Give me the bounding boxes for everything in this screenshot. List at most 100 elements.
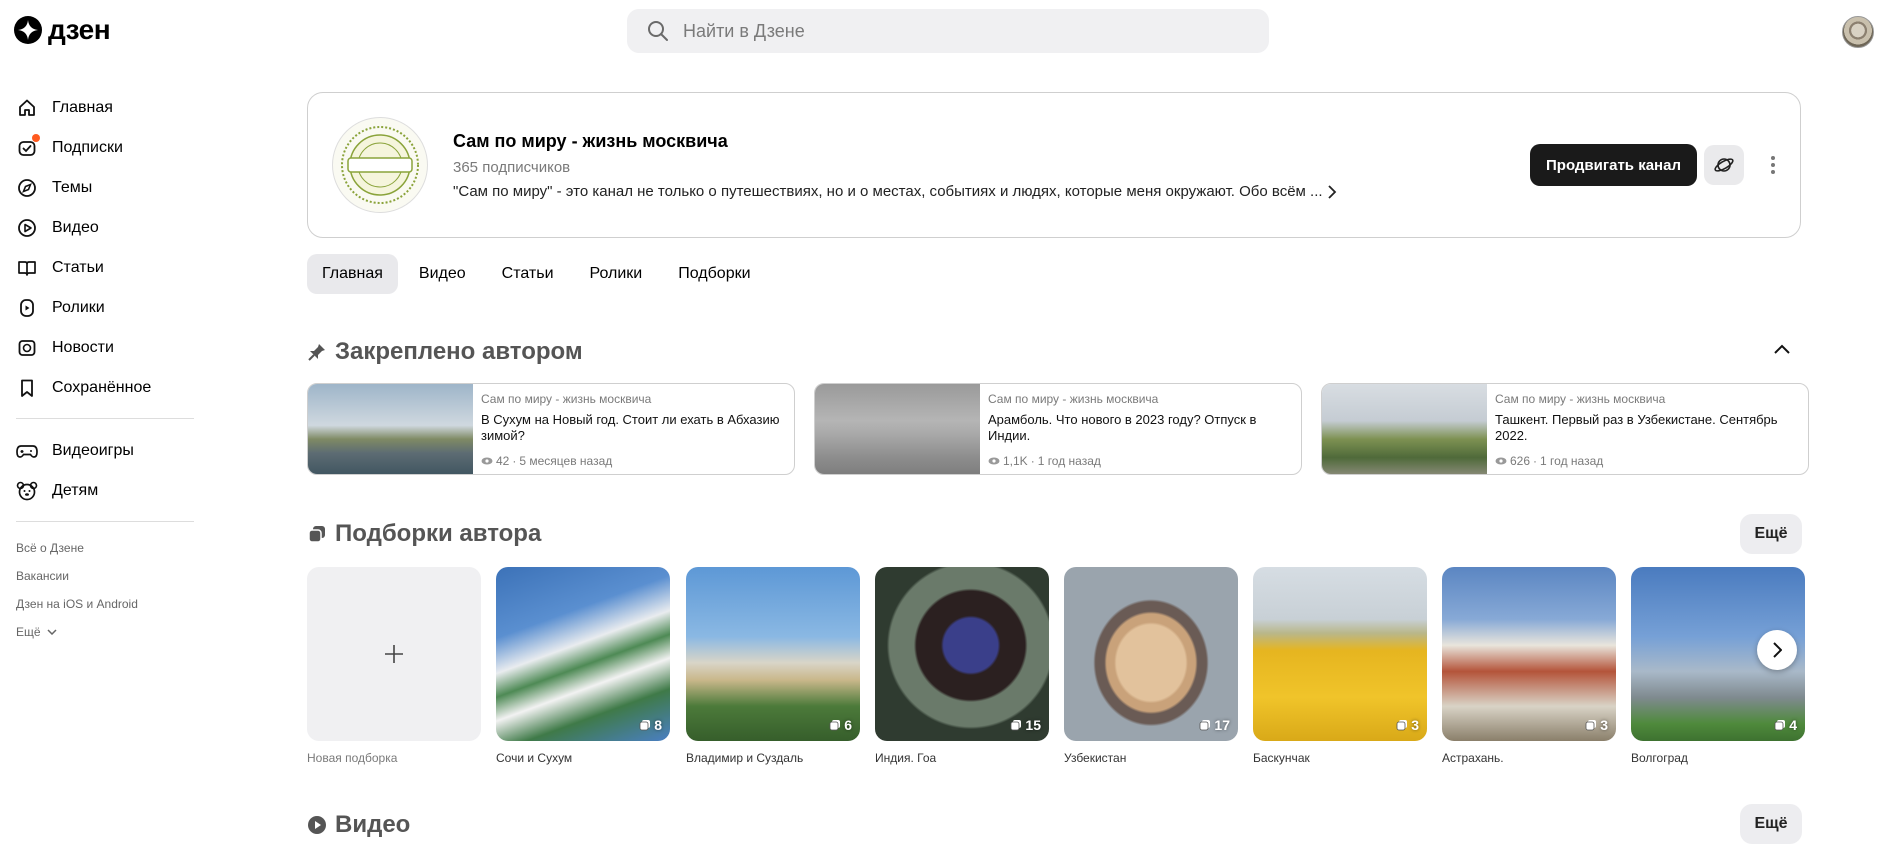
video-icon <box>308 816 326 834</box>
collection-count: 17 <box>1199 717 1230 733</box>
footer-link-label: Ещё <box>16 625 41 639</box>
collection-icon <box>1011 720 1022 731</box>
collection-tile[interactable]: 15 Индия. Гоа <box>875 567 1049 765</box>
notification-badge <box>32 134 40 142</box>
collection-tile[interactable]: 3 Баскунчак <box>1253 567 1427 765</box>
collection-count: 6 <box>829 717 852 733</box>
search-icon <box>648 21 668 41</box>
new-collection-tile[interactable]: Новая подборка <box>307 567 481 765</box>
sidebar-item-subscriptions[interactable]: Подписки <box>16 128 194 168</box>
footer-link-more[interactable]: Ещё <box>16 618 194 646</box>
sidebar-item-home[interactable]: Главная <box>16 88 194 128</box>
collection-label: Владимир и Суздаль <box>686 751 804 765</box>
promote-channel-button[interactable]: Продвигать канал <box>1530 144 1697 186</box>
count-value: 3 <box>1411 717 1419 733</box>
planet-button[interactable] <box>1704 145 1744 185</box>
sidebar-item-label: Статьи <box>52 259 104 276</box>
collection-tile[interactable]: 3 Астрахань. <box>1442 567 1616 765</box>
article-title: Арамболь. Что нового в 2023 году? Отпуск… <box>988 412 1257 443</box>
collection-label: Волгоград <box>1631 751 1688 765</box>
collection-label: Индия. Гоа <box>875 751 937 765</box>
footer-link-about[interactable]: Всё о Дзене <box>16 534 194 562</box>
publish-age: 5 месяцев назад <box>519 454 613 468</box>
sidebar-item-videogames[interactable]: Видеоигры <box>16 431 194 471</box>
dzen-logo[interactable]: дзен <box>14 14 111 46</box>
tab-video[interactable]: Видео <box>404 254 481 294</box>
more-vertical-icon <box>1771 156 1775 174</box>
article-meta: 42 · 5 месяцев назад <box>481 454 612 468</box>
collections-section-heading: Подборки автора <box>307 520 541 548</box>
sidebar-divider <box>16 418 194 419</box>
subscriber-count: 365 подписчиков <box>453 159 571 176</box>
tab-collections[interactable]: Подборки <box>663 254 765 294</box>
chevron-right-icon <box>1327 184 1336 199</box>
collection-icon <box>1774 720 1786 731</box>
collection-tile[interactable]: 8 Сочи и Сухум <box>496 567 670 765</box>
sidebar-item-label: Сохранённое <box>52 379 152 396</box>
collection-label: Узбекистан <box>1064 751 1127 765</box>
search-input[interactable] <box>683 20 1243 42</box>
book-icon <box>16 257 38 279</box>
plus-icon <box>385 645 403 663</box>
collection-count: 8 <box>639 717 662 733</box>
chevron-down-icon <box>47 629 57 635</box>
compass-icon <box>16 177 38 199</box>
footer-link-label: Вакансии <box>16 569 69 583</box>
channel-title: Сам по миру - жизнь москвича <box>453 131 728 151</box>
article-thumbnail <box>308 384 473 474</box>
channel-avatar[interactable] <box>332 117 428 213</box>
sidebar: Главная Подписки Темы Видео Статьи Ролик… <box>16 88 194 646</box>
planet-icon <box>1714 158 1734 172</box>
footer-link-jobs[interactable]: Вакансии <box>16 562 194 590</box>
video-more-button[interactable]: Ещё <box>1740 804 1802 844</box>
count-value: 17 <box>1214 717 1230 733</box>
pinned-card[interactable]: Сам по миру - жизнь москвича Ташкент. Пе… <box>1321 383 1809 475</box>
sidebar-item-shorts[interactable]: Ролики <box>16 288 194 328</box>
collapse-button[interactable] <box>1770 337 1794 361</box>
article-thumbnail <box>815 384 980 474</box>
source-name: Сам по миру - жизнь москвича <box>988 392 1159 406</box>
collection-label: Новая подборка <box>307 751 398 765</box>
article-title: В Сухум на Новый год. Стоит ли ехать в А… <box>481 412 780 443</box>
article-meta: 626 · 1 год назад <box>1495 454 1603 468</box>
carousel-next-button[interactable] <box>1757 630 1797 670</box>
sidebar-item-video[interactable]: Видео <box>16 208 194 248</box>
collection-label: Сочи и Сухум <box>496 751 573 765</box>
sidebar-item-articles[interactable]: Статьи <box>16 248 194 288</box>
home-icon <box>16 97 38 119</box>
tab-main[interactable]: Главная <box>307 254 398 294</box>
logo-text: дзен <box>48 14 111 45</box>
bear-icon <box>16 480 38 502</box>
collection-cover: 3 <box>1442 567 1616 741</box>
sidebar-item-news[interactable]: Новости <box>16 328 194 368</box>
sidebar-item-topics[interactable]: Темы <box>16 168 194 208</box>
count-value: 15 <box>1025 717 1041 733</box>
section-title: Видео <box>335 811 411 838</box>
sidebar-divider <box>16 521 194 522</box>
collections-more-button[interactable]: Ещё <box>1740 514 1802 554</box>
eye-icon <box>481 457 493 465</box>
pinned-card[interactable]: Сам по миру - жизнь москвича В Сухум на … <box>307 383 795 475</box>
collection-icon <box>829 720 841 731</box>
channel-description[interactable]: "Сам по миру" - это канал не только о пу… <box>453 183 1337 200</box>
pinned-section-heading: Закреплено автором <box>307 338 583 366</box>
new-collection-button[interactable] <box>307 567 481 741</box>
tab-shorts[interactable]: Ролики <box>575 254 658 294</box>
more-options-button[interactable] <box>1758 145 1788 185</box>
count-value: 6 <box>844 717 852 733</box>
tab-articles[interactable]: Статьи <box>487 254 569 294</box>
collection-cover: 3 <box>1253 567 1427 741</box>
profile-avatar[interactable] <box>1842 16 1874 48</box>
collection-cover: 17 <box>1064 567 1238 741</box>
eye-icon <box>988 457 1000 465</box>
search-bar[interactable] <box>627 9 1269 53</box>
collection-tile[interactable]: 17 Узбекистан <box>1064 567 1238 765</box>
footer-link-apps[interactable]: Дзен на iOS и Android <box>16 590 194 618</box>
sidebar-item-saved[interactable]: Сохранённое <box>16 368 194 408</box>
sidebar-item-label: Подписки <box>52 139 123 156</box>
pinned-card[interactable]: Сам по миру - жизнь москвича Арамболь. Ч… <box>814 383 1302 475</box>
collection-tile[interactable]: 6 Владимир и Суздаль <box>686 567 860 765</box>
sidebar-item-label: Видео <box>52 219 99 236</box>
video-section-heading: Видео <box>307 811 410 839</box>
sidebar-item-kids[interactable]: Детям <box>16 471 194 511</box>
